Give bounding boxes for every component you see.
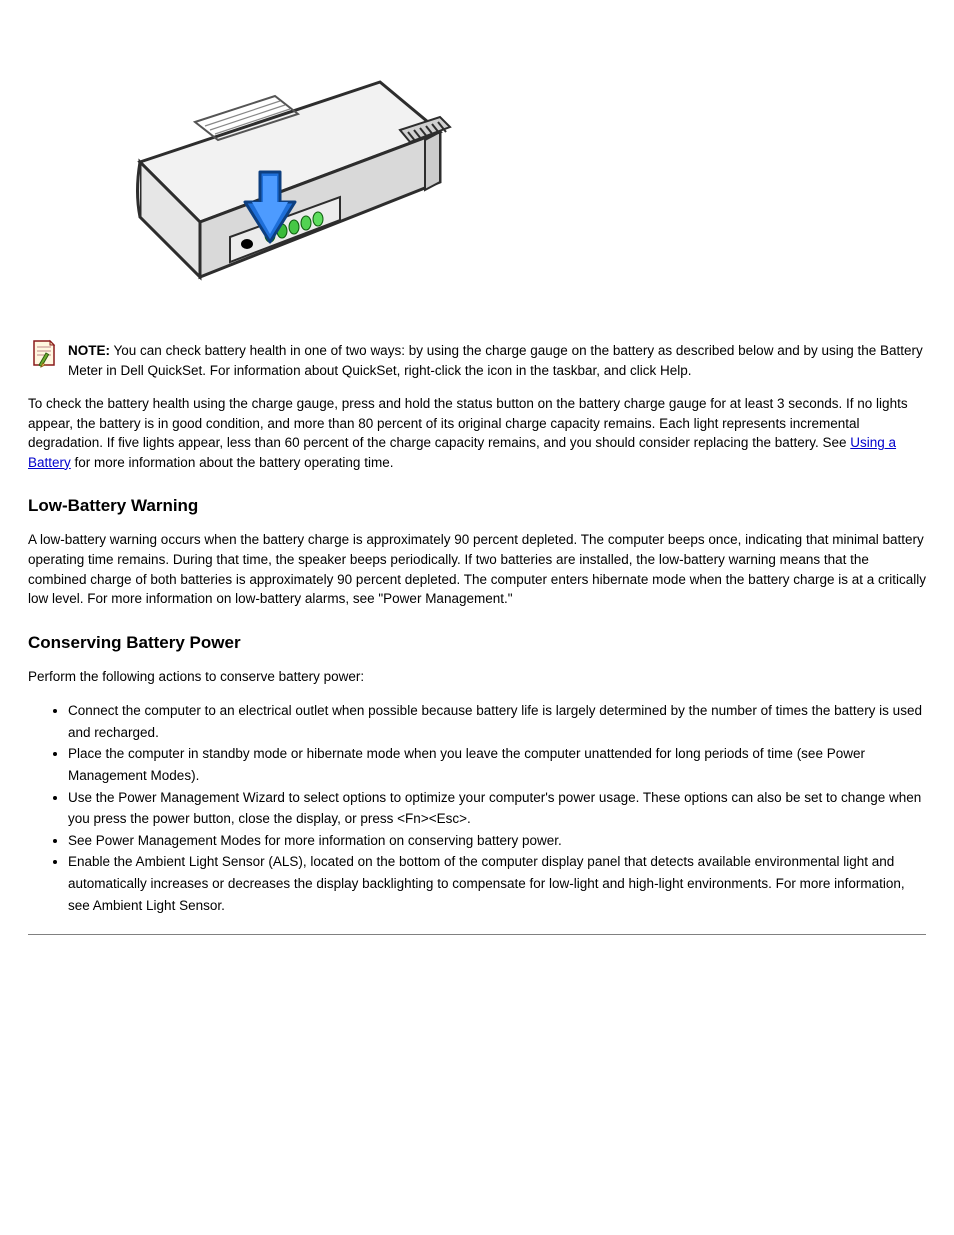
section-divider xyxy=(28,934,926,935)
page-root: NOTE: You can check battery health in on… xyxy=(0,0,954,935)
note-body: You can check battery health in one of t… xyxy=(68,343,923,378)
note-text: NOTE: You can check battery health in on… xyxy=(68,337,926,380)
list-item: Place the computer in standby mode or hi… xyxy=(68,743,926,786)
conserve-list: Connect the computer to an electrical ou… xyxy=(28,700,926,916)
note-icon xyxy=(28,337,60,369)
health-para-lead: To check the battery health using the ch… xyxy=(28,396,908,450)
low-battery-heading: Low-Battery Warning xyxy=(28,496,926,516)
list-item: Use the Power Management Wizard to selec… xyxy=(68,787,926,830)
list-item: See Power Management Modes for more info… xyxy=(68,830,926,852)
health-paragraph: To check the battery health using the ch… xyxy=(28,394,926,472)
note-label: NOTE: xyxy=(68,343,110,358)
conserve-heading: Conserving Battery Power xyxy=(28,633,926,653)
battery-svg xyxy=(80,42,470,312)
conserve-intro: Perform the following actions to conserv… xyxy=(28,667,926,687)
note-block: NOTE: You can check battery health in on… xyxy=(28,337,926,380)
low-battery-paragraph: A low-battery warning occurs when the ba… xyxy=(28,530,926,608)
list-item: Enable the Ambient Light Sensor (ALS), l… xyxy=(68,851,926,916)
health-para-tail: for more information about the battery o… xyxy=(71,455,394,470)
battery-illustration xyxy=(80,42,926,317)
list-item: Connect the computer to an electrical ou… xyxy=(68,700,926,743)
